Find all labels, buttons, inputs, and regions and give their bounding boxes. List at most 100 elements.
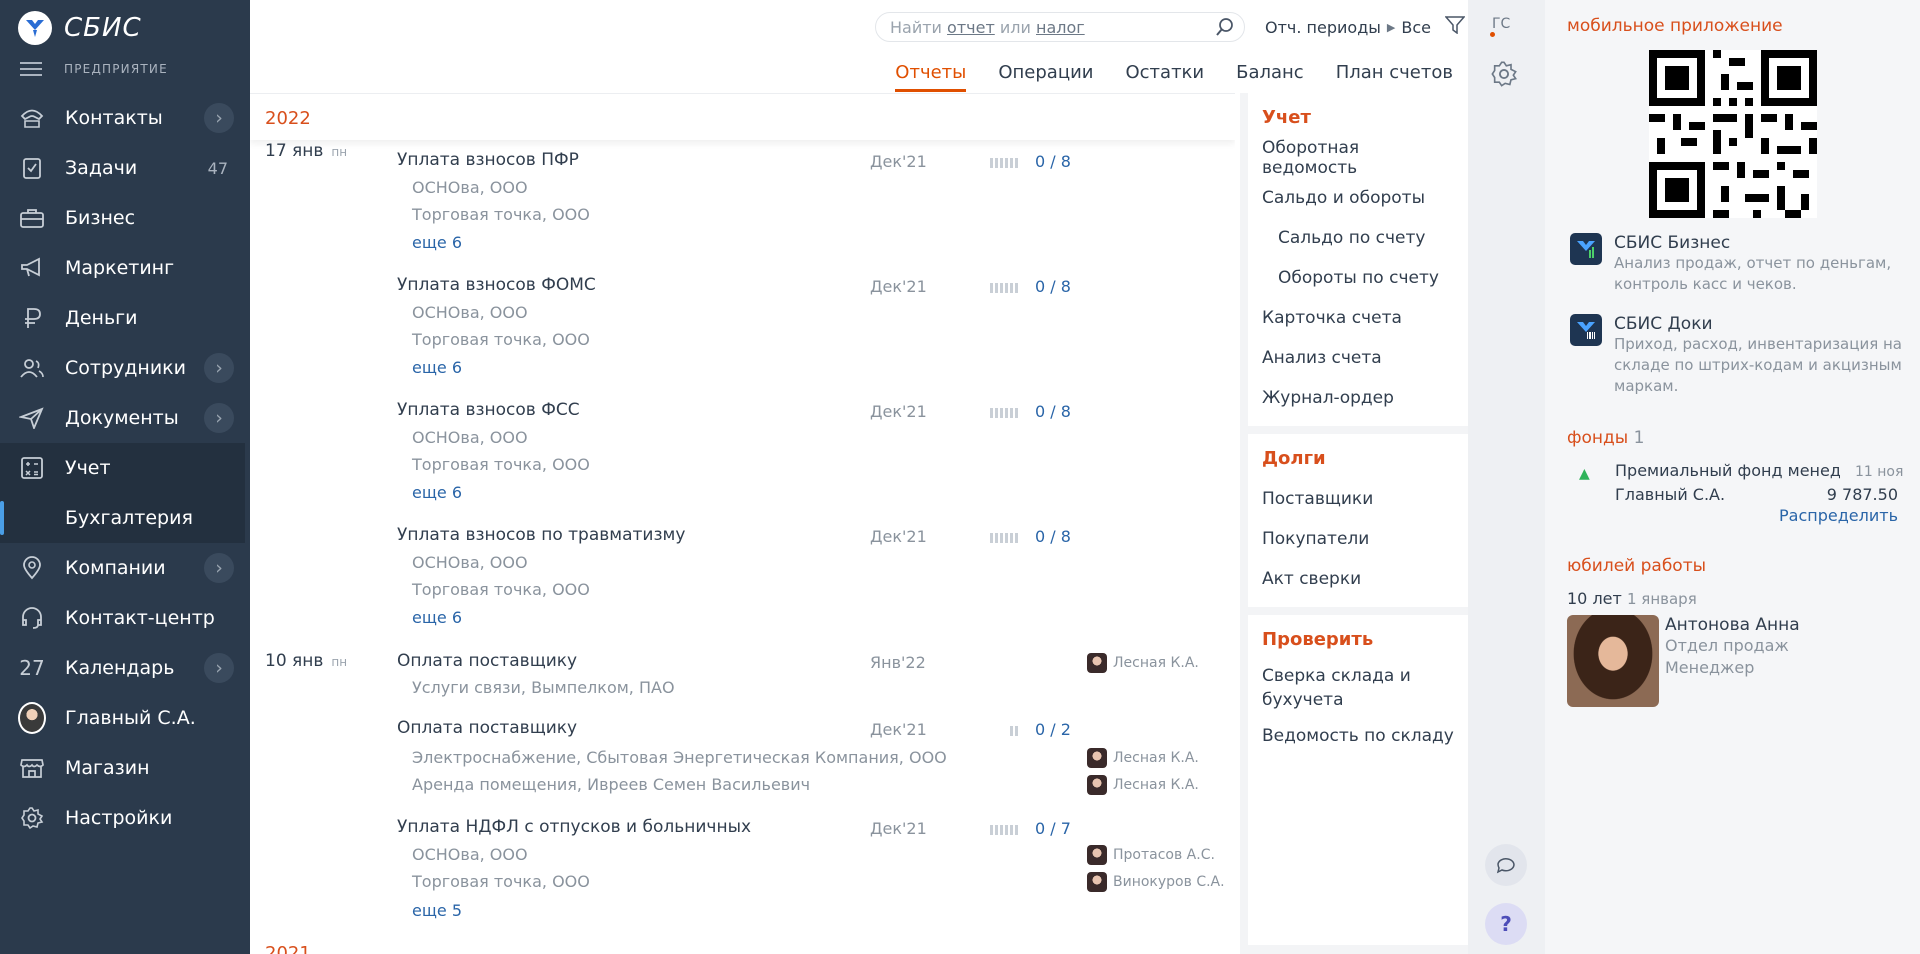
responsible-person[interactable]: Лесная К.А. [1087,653,1199,673]
chevron-right-icon[interactable]: › [204,403,234,433]
sidebar-item-money[interactable]: Деньги [0,293,250,343]
menu-item[interactable]: Ведомость по складу [1248,716,1468,756]
sidebar-item-settings[interactable]: Настройки [0,793,250,843]
widget-title-mobile[interactable]: мобильное приложение [1567,16,1783,36]
event-line: Торговая точка, ООО [412,872,590,891]
headset-icon [18,604,46,632]
sidebar-item-accounting[interactable]: Учет [0,443,245,493]
sidebar-item-calendar[interactable]: 27 Календарь › [0,643,250,693]
more-link[interactable]: еще 6 [412,358,462,377]
search-hint-tax[interactable]: налог [1036,18,1085,37]
chevron-right-icon[interactable]: › [204,103,234,133]
chevron-right-icon[interactable]: › [204,553,234,583]
sidebar-item-store[interactable]: Магазин [0,743,250,793]
search-hint-report[interactable]: отчет [947,18,995,37]
person-name[interactable]: Антонова Анна [1665,615,1800,635]
tab-reports[interactable]: Отчеты [895,62,967,92]
event-title[interactable]: Уплата взносов ФОМС [397,275,596,295]
distribute-link[interactable]: Распределить [1779,506,1898,525]
main-area: Найти отчет или налог Отч. периоды ▶ Все… [250,0,1468,954]
event-line: Торговая точка, ООО [412,455,590,474]
widgets-panel: мобильное приложение СБИС Бизнес Анализ … [1545,0,1920,954]
responsible-person[interactable]: Винокуров С.А. [1087,872,1225,892]
menu-item[interactable]: Сальдо по счету [1248,218,1468,258]
more-link[interactable]: еще 6 [412,233,462,252]
responsible-person[interactable]: Лесная К.А. [1087,748,1199,768]
sidebar-item-label: Бизнес [65,207,136,229]
tab-chart-of-accounts[interactable]: План счетов [1336,62,1453,92]
fund-date: 11 ноя [1855,464,1904,480]
sidebar-item-contact-center[interactable]: Контакт-центр [0,593,250,643]
fund-name[interactable]: Премиальный фонд менед [1615,461,1840,480]
menu-item[interactable]: Обороты по счету [1248,258,1468,298]
widget-title-funds[interactable]: фонды 1 [1567,428,1644,448]
event-title[interactable]: Оплата поставщику [397,718,577,738]
gear-icon[interactable] [1490,60,1518,93]
sidebar-item-label: Задачи [65,157,138,179]
menu-item[interactable]: Поставщики [1248,479,1468,519]
menu-section-title[interactable]: Долги [1248,440,1468,479]
sidebar-item-employees[interactable]: Сотрудники › [0,343,250,393]
more-link[interactable]: еще 5 [412,901,462,920]
app-promo-docs[interactable]: СБИС Доки Приход, расход, инвентаризация… [1570,314,1914,397]
menu-item[interactable]: Анализ счета [1248,338,1468,378]
menu-section-title[interactable]: Проверить [1248,621,1468,660]
tab-operations[interactable]: Операции [998,62,1093,92]
menu-item[interactable]: Покупатели [1248,519,1468,559]
event-progress: 0 / 8 [1035,527,1071,546]
event-period: Дек'21 [870,152,927,171]
filter-icon[interactable] [1444,16,1466,38]
sidebar-item-contacts[interactable]: Контакты › [0,93,250,143]
sidebar-item-label: Учет [65,457,111,479]
event-line: Услуги связи, Вымпелком, ПАО [412,678,675,697]
user-initials[interactable]: ГС [1492,16,1510,32]
menu-icon[interactable] [20,62,42,76]
responsible-person[interactable]: Лесная К.А. [1087,775,1199,795]
sidebar-item-label: Календарь [65,657,175,679]
responsible-person[interactable]: Протасов А.С. [1087,845,1215,865]
menu-item[interactable]: Сверка склада и бухучета [1248,660,1468,716]
chevron-right-icon[interactable]: › [204,353,234,383]
org-switcher[interactable]: ПРЕДПРИЯТИЕ [20,62,168,76]
event-progress: 0 / 8 [1035,402,1071,421]
app-promo-business[interactable]: СБИС Бизнес Анализ продаж, отчет по день… [1570,233,1914,295]
sidebar-item-documents[interactable]: Документы › [0,393,250,443]
paper-plane-icon [18,404,46,432]
tab-balances[interactable]: Остатки [1125,62,1204,92]
sidebar-item-label: Маркетинг [65,257,175,279]
menu-item[interactable]: Акт сверки [1248,559,1468,599]
event-title[interactable]: Уплата взносов по травматизму [397,525,685,545]
chevron-right-icon[interactable]: › [204,653,234,683]
period-filter[interactable]: Отч. периоды ▶ Все [1265,16,1466,38]
app-name[interactable]: СБИС Доки [1614,314,1914,334]
sidebar-item-profile[interactable]: Главный С.А. [0,693,250,743]
jubilee-person[interactable]: Антонова Анна Отдел продаж Менеджер [1567,615,1800,707]
search-icon[interactable] [1214,16,1236,42]
sidebar-item-companies[interactable]: Компании › [0,543,250,593]
event-title[interactable]: Уплата НДФЛ с отпусков и больничных [397,817,751,837]
menu-item[interactable]: Оборотная ведомость [1248,138,1468,178]
event-title[interactable]: Уплата взносов ПФР [397,150,579,170]
chat-icon[interactable] [1485,844,1527,886]
menu-item[interactable]: Журнал-ордер [1248,378,1468,418]
sbis-logo[interactable]: СБИС [18,10,142,46]
event-line: ОСНОва, ООО [412,303,528,322]
menu-item[interactable]: Сальдо и обороты [1248,178,1468,218]
widget-title-jubilee[interactable]: юбилей работы [1567,556,1706,576]
app-name[interactable]: СБИС Бизнес [1614,233,1914,253]
tab-balance-sheet[interactable]: Баланс [1236,62,1304,92]
help-icon[interactable]: ? [1485,903,1527,945]
sidebar-item-tasks[interactable]: Задачи 47 [0,143,250,193]
search-input[interactable]: Найти отчет или налог [875,12,1245,42]
menu-section-title[interactable]: Учет [1248,99,1468,138]
more-link[interactable]: еще 6 [412,483,462,502]
sidebar-item-marketing[interactable]: Маркетинг [0,243,250,293]
store-icon [18,754,46,782]
event-title[interactable]: Уплата взносов ФСС [397,400,580,420]
event-title[interactable]: Оплата поставщику [397,651,577,671]
sidebar-item-business[interactable]: Бизнес [0,193,250,243]
sidebar-item-bookkeeping[interactable]: Бухгалтерия [0,493,245,543]
sidebar-item-label: Контакты [65,107,163,129]
menu-item[interactable]: Карточка счета [1248,298,1468,338]
more-link[interactable]: еще 6 [412,608,462,627]
